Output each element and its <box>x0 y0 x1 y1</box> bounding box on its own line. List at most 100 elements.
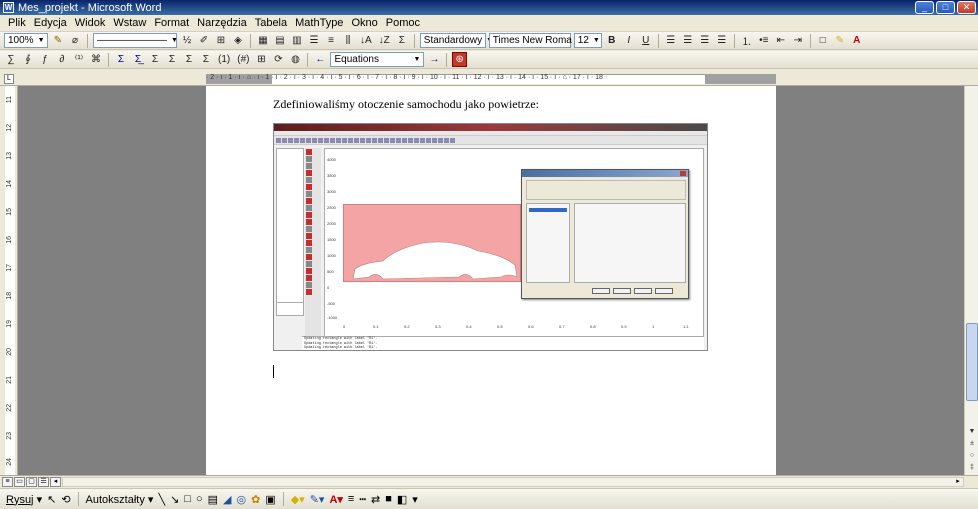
horizontal-ruler[interactable]: L · 2 · ı · 1 · ı · ⌂ · ı · 1 · ı · 2 · … <box>0 72 978 86</box>
horizontal-scrollbar[interactable]: ▸ <box>62 477 964 487</box>
maximize-button[interactable]: □ <box>936 1 955 14</box>
underline-button[interactable]: U <box>639 33 653 48</box>
menu-narzedzia[interactable]: Narzędzia <box>193 17 251 29</box>
distribute-cols-icon[interactable]: ⫼ <box>341 33 355 48</box>
scroll-left-icon[interactable]: ◂ <box>50 477 61 487</box>
italic-button[interactable]: I <box>622 33 636 48</box>
font-select[interactable]: Times New Roma▼ <box>488 33 583 48</box>
mathtype-chapter-icon[interactable]: ⌘ <box>89 52 103 67</box>
line-icon[interactable]: ╲ <box>158 493 165 506</box>
bullets-icon[interactable]: •≡ <box>757 33 771 48</box>
borders-icon[interactable]: ⊞ <box>214 33 228 48</box>
print-view-icon[interactable]: ▢ <box>26 477 37 487</box>
embedded-comsol-screenshot[interactable]: 4000 3500 3000 2500 2000 1500 1000 500 0… <box>273 123 708 351</box>
autosum-icon[interactable]: Σ <box>395 33 409 48</box>
dash-style-icon[interactable]: ┅ <box>359 493 366 506</box>
vertical-scrollbar[interactable]: ▼ ± ○ ‡ <box>964 86 978 475</box>
line-color-icon[interactable]: ✎▾ <box>310 493 325 506</box>
zoom-select[interactable]: 100% ▼ <box>4 33 48 48</box>
menu-plik[interactable]: Plik <box>4 17 30 29</box>
arrow-style-icon[interactable]: ⇄ <box>371 493 380 506</box>
parens-icon[interactable]: (1) <box>216 52 232 67</box>
sort-ascending-icon[interactable]: ↓A <box>358 33 374 48</box>
arrow-right-icon[interactable]: → <box>427 52 441 67</box>
align-center-icon[interactable]: ☰ <box>681 33 695 48</box>
globe-icon[interactable]: ◍ <box>288 52 302 67</box>
document-page[interactable]: Zdefiniowaliśmy otoczenie samochodu jako… <box>206 86 776 475</box>
font-color-icon[interactable]: A <box>850 33 864 48</box>
vertical-ruler[interactable]: 11 12 13 14 15 16 17 18 19 20 21 22 23 2… <box>0 86 18 475</box>
chevron-down-icon[interactable]: ▾ <box>412 493 418 506</box>
scroll-down-icon[interactable]: ▼ <box>966 427 978 437</box>
eraser-icon[interactable]: ⌀ <box>68 33 82 48</box>
menu-format[interactable]: Format <box>150 17 193 29</box>
align-cells-icon[interactable]: ☰ <box>307 33 321 48</box>
shadow-icon[interactable]: ■ <box>385 493 392 505</box>
mathtype-number-icon[interactable]: ⁽¹⁾ <box>72 52 86 67</box>
close-button[interactable]: ✕ <box>957 1 976 14</box>
free-rotate-icon[interactable]: ⟲ <box>61 493 70 506</box>
mathtype-insert-icon[interactable]: ∑ <box>4 52 18 67</box>
sort-descending-icon[interactable]: ↓Z <box>377 33 392 48</box>
previous-page-icon[interactable]: ± <box>966 439 978 449</box>
arrow-left-icon[interactable]: ← <box>313 52 327 67</box>
sum-icon-c[interactable]: Σ <box>182 52 196 67</box>
menu-okno[interactable]: Okno <box>347 17 381 29</box>
3d-icon[interactable]: ◧ <box>397 493 407 506</box>
ref-icon[interactable]: (#) <box>235 52 251 67</box>
menu-widok[interactable]: Widok <box>71 17 110 29</box>
pen-color-icon[interactable]: ✐ <box>197 33 211 48</box>
align-right-icon[interactable]: ☰ <box>698 33 712 48</box>
fill-color-icon[interactable]: ◆▾ <box>291 493 305 506</box>
sigma-underline-icon[interactable]: Σ̲ <box>131 52 145 67</box>
picture-icon[interactable]: ▣ <box>265 493 275 506</box>
sum-icon-b[interactable]: Σ <box>165 52 179 67</box>
sum-icon-d[interactable]: Σ <box>199 52 213 67</box>
wordart-icon[interactable]: ◢ <box>223 493 231 506</box>
font-size-select[interactable]: 12 ▼ <box>573 33 602 48</box>
pen-icon[interactable]: ✎ <box>51 33 65 48</box>
mathtype-display-icon[interactable]: ∮ <box>21 52 35 67</box>
mathtype-right-icon[interactable]: ∂ <box>55 52 69 67</box>
clipart-icon[interactable]: ✿ <box>251 493 260 506</box>
word-app-icon[interactable]: W <box>3 2 14 13</box>
mathtype-red-icon[interactable]: ⊛ <box>452 52 467 67</box>
web-view-icon[interactable]: ▭ <box>14 477 25 487</box>
update-icon[interactable]: ⟳ <box>271 52 285 67</box>
menu-tabela[interactable]: Tabela <box>251 17 291 29</box>
browse-object-icon[interactable]: ○ <box>966 451 978 461</box>
numbering-icon[interactable]: ⒈ <box>740 33 754 48</box>
diagram-icon[interactable]: ◎ <box>236 493 246 506</box>
equations-select[interactable]: Equations ▼ <box>330 52 425 67</box>
menu-edycja[interactable]: Edycja <box>30 17 71 29</box>
menu-mathtype[interactable]: MathType <box>291 17 347 29</box>
merge-cells-icon[interactable]: ▤ <box>273 33 287 48</box>
oval-icon[interactable]: ○ <box>196 493 203 505</box>
rectangle-icon[interactable]: □ <box>184 493 191 505</box>
grid-icon[interactable]: ⊞ <box>254 52 268 67</box>
mathtype-left-icon[interactable]: ƒ <box>38 52 52 67</box>
line-weight-button[interactable]: ½ <box>180 33 194 48</box>
select-objects-icon[interactable]: ↖ <box>47 493 56 506</box>
font-color-drawing-icon[interactable]: A▾ <box>329 493 342 506</box>
highlight-icon[interactable]: ✎ <box>833 33 847 48</box>
minimize-button[interactable]: _ <box>915 1 934 14</box>
line-style-select[interactable]: ——————— ▼ <box>93 33 178 48</box>
normal-view-icon[interactable]: ≡ <box>2 477 13 487</box>
style-select[interactable]: Standardowy▼ <box>419 33 493 48</box>
next-page-icon[interactable]: ‡ <box>966 463 978 473</box>
arrow-icon[interactable]: ↘ <box>170 493 179 506</box>
outside-border-icon[interactable]: □ <box>816 33 830 48</box>
sum-icon-a[interactable]: Σ <box>148 52 162 67</box>
menu-wstaw[interactable]: Wstaw <box>109 17 150 29</box>
justify-icon[interactable]: ☰ <box>715 33 729 48</box>
vertical-scroll-thumb[interactable] <box>966 323 978 401</box>
align-left-icon[interactable]: ☰ <box>664 33 678 48</box>
increase-indent-icon[interactable]: ⇥ <box>791 33 805 48</box>
shading-icon[interactable]: ◈ <box>231 33 245 48</box>
sigma-icon[interactable]: Σ <box>114 52 128 67</box>
menu-pomoc[interactable]: Pomoc <box>382 17 424 29</box>
draw-menu[interactable]: Rysuj ▾ <box>6 493 42 506</box>
decrease-indent-icon[interactable]: ⇤ <box>774 33 788 48</box>
tab-selector[interactable]: L <box>4 74 14 84</box>
